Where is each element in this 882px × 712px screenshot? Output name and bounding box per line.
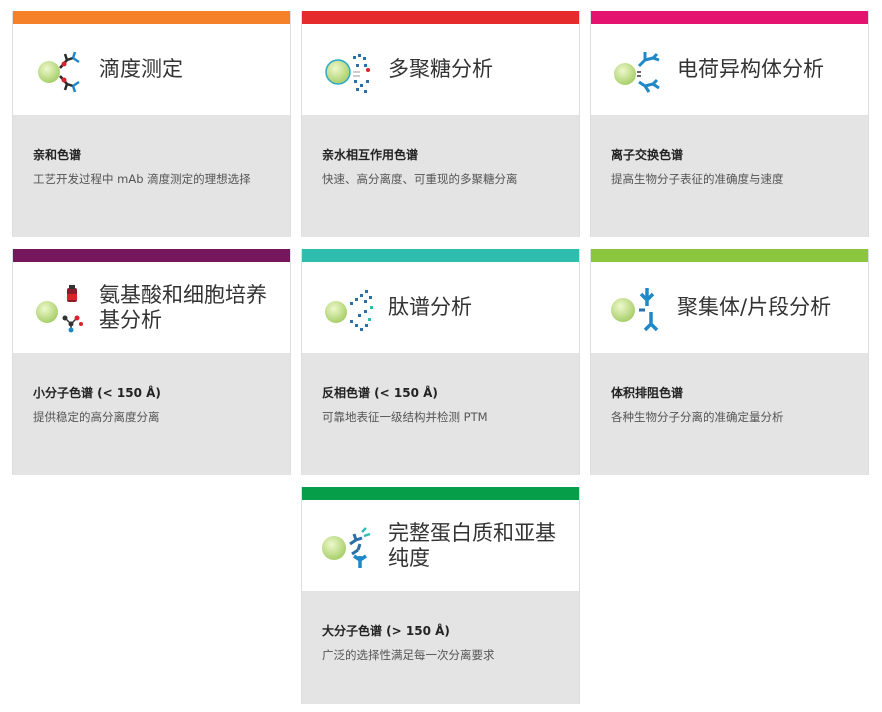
card-header: 聚集体/片段分析 [591,262,868,354]
card-header: 完整蛋白质和亚基纯度 [302,500,579,592]
amino-acid-icon [36,285,83,333]
card-header: 氨基酸和细胞培养基分析 [13,262,290,354]
card-body: 大分子色谱 (> 150 Å) 广泛的选择性满足每一次分离要求 [302,592,579,704]
card-description: 提高生物分子表征的准确度与速度 [611,172,784,186]
card-amino-acid[interactable]: 氨基酸和细胞培养基分析 小分子色谱 (< 150 Å) 提供稳定的高分离度分离 [12,249,291,475]
card-body: 亲水相互作用色谱 快速、高分离度、可重现的多聚糖分离 [302,116,579,237]
antibody-binding-icon [38,51,80,93]
card-glycan[interactable]: 多聚糖分析 亲水相互作用色谱 快速、高分离度、可重现的多聚糖分离 [301,11,580,237]
card-title: 肽谱分析 [388,295,472,319]
card-intact-protein[interactable]: 完整蛋白质和亚基纯度 大分子色谱 (> 150 Å) 广泛的选择性满足每一次分离… [301,487,580,704]
color-bar [591,249,868,262]
card-description: 提供稳定的高分离度分离 [33,410,160,424]
card-subtitle: 亲水相互作用色谱 [322,148,419,162]
card-title: 滴度测定 [99,57,183,81]
card-description: 工艺开发过程中 mAb 滴度测定的理想选择 [33,172,251,186]
card-subtitle: 体积排阻色谱 [611,386,684,400]
card-aggregate[interactable]: 聚集体/片段分析 体积排阻色谱 各种生物分子分离的准确定量分析 [590,249,869,475]
color-bar [302,487,579,500]
card-charge-variant[interactable]: 电荷异构体分析 离子交换色谱 提高生物分子表征的准确度与速度 [590,11,869,237]
card-subtitle: 亲和色谱 [33,148,82,162]
card-title: 聚集体/片段分析 [677,295,832,319]
card-subtitle: 大分子色谱 (> 150 Å) [322,624,450,638]
color-bar [591,11,868,24]
card-peptide-map[interactable]: 肽谱分析 反相色谱 (< 150 Å) 可靠地表征一级结构并检测 PTM [301,249,580,475]
charge-variant-icon [614,52,660,93]
intact-protein-icon [322,527,371,568]
card-body: 体积排阻色谱 各种生物分子分离的准确定量分析 [591,354,868,475]
card-subtitle: 离子交换色谱 [611,148,684,162]
card-header: 多聚糖分析 [302,24,579,116]
card-titer[interactable]: 滴度测定 亲和色谱 工艺开发过程中 mAb 滴度测定的理想选择 [12,11,291,237]
card-header: 肽谱分析 [302,262,579,354]
card-header: 电荷异构体分析 [591,24,868,116]
card-description: 广泛的选择性满足每一次分离要求 [322,648,495,662]
color-bar [13,11,290,24]
card-header: 滴度测定 [13,24,290,116]
card-description: 可靠地表征一级结构并检测 PTM [322,410,488,424]
card-body: 离子交换色谱 提高生物分子表征的准确度与速度 [591,116,868,237]
card-title: 多聚糖分析 [388,57,493,81]
card-subtitle: 反相色谱 (< 150 Å) [322,386,438,400]
card-description: 快速、高分离度、可重现的多聚糖分离 [322,172,518,186]
card-title: 完整蛋白质和亚基纯度 [388,520,556,570]
peptide-map-icon [325,290,373,331]
glycan-icon [325,54,370,93]
card-description: 各种生物分子分离的准确定量分析 [611,410,784,424]
card-body: 亲和色谱 工艺开发过程中 mAb 滴度测定的理想选择 [13,116,290,237]
color-bar [302,249,579,262]
card-subtitle: 小分子色谱 (< 150 Å) [33,386,161,400]
card-body: 小分子色谱 (< 150 Å) 提供稳定的高分离度分离 [13,354,290,475]
card-title: 氨基酸和细胞培养基分析 [99,282,267,332]
card-body: 反相色谱 (< 150 Å) 可靠地表征一级结构并检测 PTM [302,354,579,475]
card-title: 电荷异构体分析 [677,57,824,81]
color-bar [302,11,579,24]
aggregate-icon [611,288,659,332]
color-bar [13,249,290,262]
